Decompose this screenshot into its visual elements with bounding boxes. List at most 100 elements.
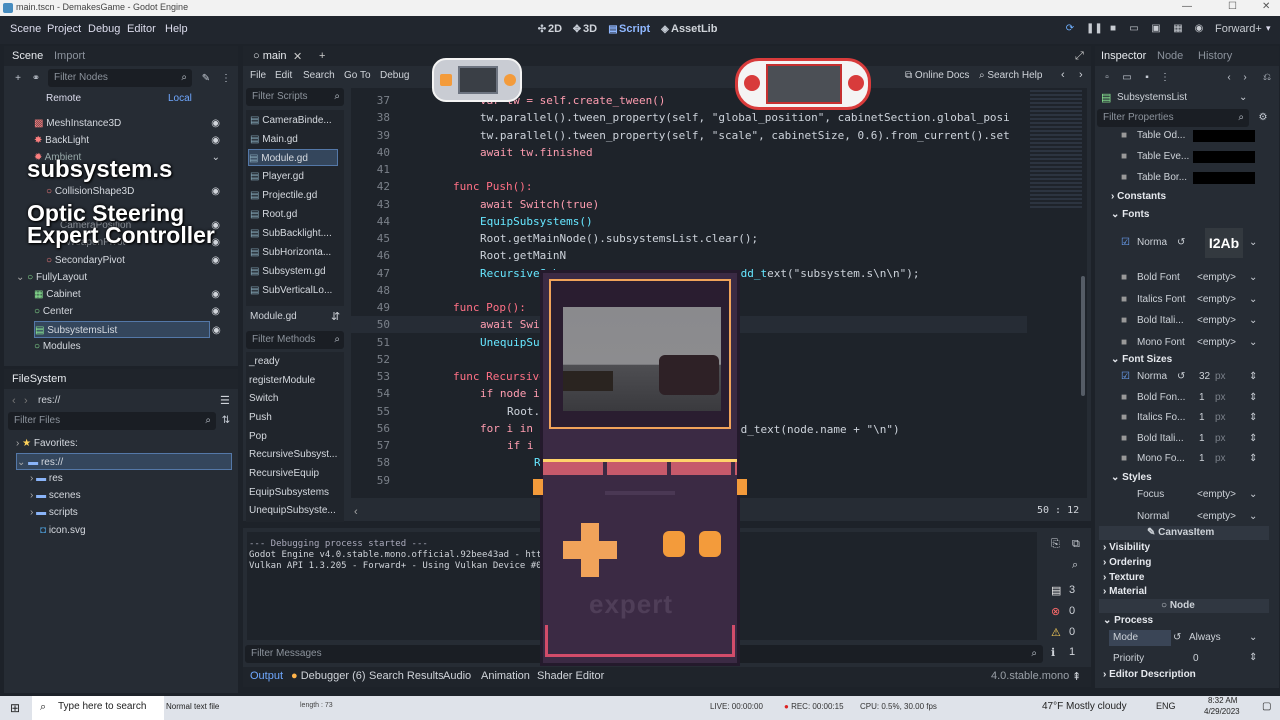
stepper-icon[interactable]: ⇕ [1249,392,1257,403]
tab-filesystem[interactable]: FileSystem [12,373,66,385]
stop-icon[interactable]: ■ [1107,23,1119,35]
distraction-free-icon[interactable]: ⤢ [1075,50,1084,63]
property-settings-icon[interactable]: ⚙ [1257,112,1269,124]
tab-debugger[interactable]: ● Debugger (6) [291,670,366,682]
tab-main[interactable]: ○ main [253,50,287,62]
start-icon[interactable]: ⊞ [10,701,20,715]
property-value[interactable]: <empty> [1197,489,1236,500]
menu-search[interactable]: Search [303,70,335,81]
checkbox-icon[interactable]: ■ [1121,337,1127,348]
filter-files-input[interactable]: Filter Files ⌕ [8,412,216,430]
tab-inspector[interactable]: Inspector [1101,50,1146,62]
color-swatch[interactable] [1193,151,1255,163]
script-item[interactable]: ▤ Player.gd [250,168,304,185]
back-icon[interactable]: ‹ [1223,72,1235,84]
filter-properties-input[interactable]: Filter Properties ⌕ [1097,109,1249,127]
tab-audio[interactable]: Audio [443,670,471,682]
workspace-script[interactable]: ▤Script [607,23,650,36]
property-value[interactable]: <empty> [1197,337,1236,348]
script-attach-icon[interactable]: ✎ [200,73,212,85]
chevron-down-icon[interactable]: ⌄ [1249,489,1257,500]
message-filter-icon[interactable]: ▤ [1051,584,1061,597]
remote-toggle[interactable]: Remote [46,93,81,104]
sort-methods-icon[interactable]: ⇵ [331,310,340,323]
play-scene-icon[interactable]: ▦ [1172,23,1184,35]
favorites-row[interactable]: › ★ Favorites: [16,435,78,452]
checkbox-icon[interactable]: ■ [1121,272,1127,283]
info-filter-icon[interactable]: ℹ [1051,646,1055,659]
search-help-button[interactable]: ⌕ Search Help [979,70,1042,81]
color-swatch[interactable] [1193,172,1255,184]
tree-node[interactable]: ✸ BackLight ◉ [34,132,220,149]
menu-dots-icon[interactable]: ⋮ [220,73,232,85]
stepper-icon[interactable]: ⇕ [1249,371,1257,382]
checkbox-checked-icon[interactable]: ☑ [1121,371,1130,382]
mode-select[interactable]: Always [1189,632,1221,643]
method-item[interactable]: RecursiveEquip [249,465,319,482]
checkbox-icon[interactable]: ■ [1121,294,1127,305]
chevron-down-icon[interactable]: ⌄ [1239,92,1247,103]
checkbox-icon[interactable]: ■ [1121,412,1127,423]
close-window-icon[interactable]: ✕ [1262,1,1270,12]
menu-goto[interactable]: Go To [344,70,371,81]
chevron-down-icon[interactable]: ⌄ [1249,337,1257,348]
script-item[interactable]: ▤ Main.gd [250,131,298,148]
visibility-icon[interactable]: ◉ [212,325,221,336]
clock-date[interactable]: 4/29/2023 [1204,707,1240,716]
visibility-icon[interactable]: ◉ [211,252,220,269]
checkbox-icon[interactable]: ■ [1121,172,1127,183]
tree-node[interactable]: ○ CollisionShape3D ◉ [46,183,220,200]
tab-animation[interactable]: Animation [481,670,530,682]
script-item[interactable]: ▤ SubVerticalLo... [250,282,332,299]
method-item[interactable]: Push [249,409,272,426]
font-preview[interactable]: I2Ab [1205,228,1243,258]
reload-icon[interactable]: ⟳ [1064,23,1076,35]
tab-output[interactable]: Output [250,670,283,682]
copy-output-icon[interactable]: ⧉ [1072,538,1080,551]
node-header[interactable]: ○ Node [1099,599,1269,613]
local-toggle[interactable]: Local [168,93,192,104]
visibility-icon[interactable]: ◉ [211,286,220,303]
movie-maker-icon[interactable]: ◉ [1193,23,1205,35]
visibility-icon[interactable]: ◉ [211,303,220,320]
next-script-icon[interactable]: › [1079,69,1083,81]
filter-methods-input[interactable]: Filter Methods ⌕ [246,331,344,349]
tab-scene[interactable]: Scene [12,50,43,62]
search-icon[interactable]: ⌕ [1072,559,1078,572]
method-item[interactable]: EquipSubsystems [249,484,329,501]
section-font-sizes[interactable]: ⌄ Font Sizes [1111,354,1172,365]
movie-icon[interactable]: ▣ [1150,23,1162,35]
tree-node-selected[interactable]: ▤ SubsystemsList [34,321,210,338]
visibility-icon[interactable]: ◉ [211,183,220,200]
method-item[interactable]: registerModule [249,372,315,389]
tab-search-results[interactable]: Search Results [369,670,444,682]
workspace-3d[interactable]: ✥ 3D [571,23,597,36]
menu-debug[interactable]: Debug [88,23,120,35]
stepper-icon[interactable]: ⇕ [1249,412,1257,423]
filter-nodes-input[interactable]: Filter Nodes ⌕ [48,69,192,87]
tree-node[interactable]: ▦ Cabinet ◉ [34,286,220,303]
stepper-icon[interactable]: ⇕ [1249,453,1257,464]
tree-node[interactable]: ○ Center ◉ [34,303,220,320]
menu-scene[interactable]: Scene [10,23,41,35]
notification-icon[interactable]: ▢ [1262,701,1271,712]
group-texture[interactable]: › Texture [1103,572,1145,583]
checkbox-icon[interactable]: ■ [1121,130,1127,141]
fs-item-scenes[interactable]: › ▬ scenes [30,487,81,504]
chevron-down-icon[interactable]: ⌄ [212,149,220,166]
revert-icon[interactable]: ↺ [1177,237,1185,248]
minimize-icon[interactable]: — [1182,1,1192,12]
split-view-icon[interactable]: ☰ [220,394,230,407]
save-icon[interactable]: ▪ [1141,72,1153,84]
tab-shader-editor[interactable]: Shader Editor [537,670,604,682]
menu-project[interactable]: Project [47,23,81,35]
group-material[interactable]: › Material [1103,586,1147,597]
prev-script-icon[interactable]: ‹ [1061,69,1065,81]
method-item[interactable]: RecursiveSubsyst... [249,446,337,463]
code-scrollbar[interactable] [1081,276,1085,396]
menu-debug-script[interactable]: Debug [380,70,409,81]
group-ordering[interactable]: › Ordering [1103,557,1151,568]
forward-icon[interactable]: › [24,395,28,407]
taskbar-app-label[interactable]: Normal text file [166,702,219,711]
online-docs-link[interactable]: ⧉ Online Docs [905,70,969,81]
